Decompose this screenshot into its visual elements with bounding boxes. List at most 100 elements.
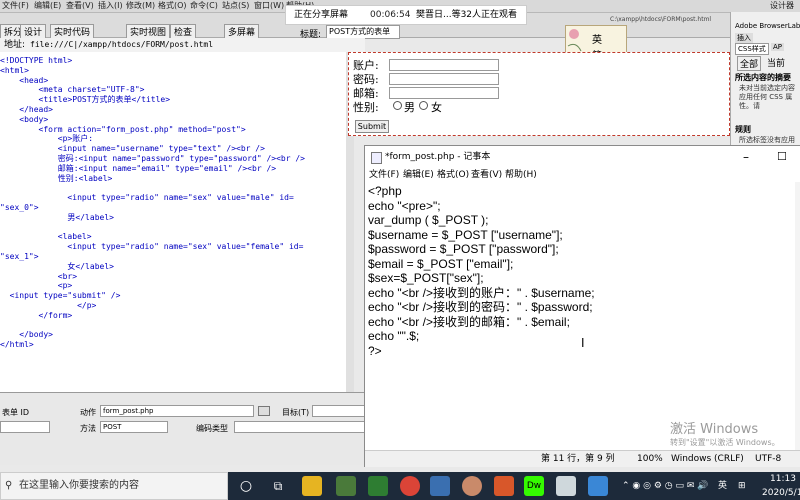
taskbar-search[interactable]: ⚲ 在这里输入你要搜索的内容 [0, 472, 228, 500]
maximize-button[interactable]: ☐ [777, 146, 787, 168]
code-line: <label> [0, 232, 92, 242]
watermark-subtitle: 转到"设置"以激活 Windows。 [670, 438, 780, 447]
css-styles-tab[interactable]: CSS样式 [735, 43, 769, 55]
notepad-titlebar: *form_post.php - 记事本 – ☐ [365, 146, 800, 168]
menu-view[interactable]: 查看(V) [66, 0, 94, 12]
workspace-switcher[interactable]: 设计器 [770, 0, 794, 12]
clock-date[interactable]: 2020/5/1 [762, 486, 800, 500]
notepad-line: $email = $_POST ["email"]; [368, 256, 514, 271]
ime-indicator[interactable]: 英 [718, 472, 727, 500]
code-line: <head> [0, 75, 49, 85]
notepad-line: echo "".$; [368, 329, 420, 343]
text-cursor-icon: I [581, 336, 585, 350]
address-field[interactable]: file:///C|/xampp/htdocs/FORM/post.html [30, 38, 213, 52]
target-label: 目标(T) [282, 408, 310, 417]
np-menu-format[interactable]: 格式(O) [437, 168, 469, 182]
notepad-line: <?php [368, 184, 402, 198]
share-viewers[interactable]: 樊晋日...等32人正在观看 [416, 6, 517, 24]
notepad-taskbar-icon[interactable] [556, 476, 576, 496]
zoom-level: 100% [637, 454, 663, 464]
ime-mode-icon[interactable]: ⊞ [738, 472, 746, 500]
code-line: <body> [0, 114, 49, 124]
code-line: </p> [0, 301, 97, 310]
code-line: <!DOCTYPE html> [0, 56, 73, 65]
menu-file[interactable]: 文件(F) [2, 0, 29, 12]
menu-format[interactable]: 格式(O) [158, 0, 187, 12]
properties-panel: 表单 ID 动作 form_post.php 目标(T) 方法 POST 编码类… [0, 392, 366, 465]
np-menu-edit[interactable]: 编辑(E) [403, 168, 434, 182]
notepad-title: *form_post.php - 记事本 [385, 152, 491, 162]
app-icon-2[interactable] [368, 476, 388, 496]
menu-site[interactable]: 站点(S) [222, 0, 249, 12]
female-radio[interactable] [419, 101, 428, 110]
method-select[interactable]: POST [100, 421, 168, 433]
insert-tab[interactable]: 插入 [735, 33, 753, 43]
target-field[interactable] [312, 405, 366, 417]
current-button[interactable]: 当前 [765, 56, 787, 69]
dreamweaver-icon[interactable]: Dw [524, 476, 544, 496]
code-line: <html> [0, 65, 29, 75]
menu-command[interactable]: 命令(C) [190, 0, 218, 12]
code-line: 女</label> [0, 261, 114, 271]
menu-insert[interactable]: 插入(I) [98, 0, 123, 12]
avatar-app-icon[interactable] [462, 476, 482, 496]
app-icon-3[interactable] [430, 476, 450, 496]
notepad-scrollbar[interactable] [795, 182, 800, 450]
search-icon: ⚲ [5, 480, 13, 491]
file-explorer-icon[interactable] [302, 476, 322, 496]
notepad-line: $password = $_POST ["password"]; [368, 242, 559, 256]
enctype-select[interactable] [234, 421, 366, 433]
summary-text: 未对当前选定内容应用任何 CSS 属性。请 [739, 84, 795, 110]
title-field[interactable]: POST方式的表单 [326, 25, 400, 39]
card-top-char: 英 [592, 35, 602, 46]
code-line: <br> [0, 271, 78, 281]
account-input[interactable] [389, 59, 499, 71]
notepad-line: echo "<br />接收到的密码：" . $password; [368, 300, 593, 314]
submit-button[interactable]: Submit [355, 120, 389, 133]
all-button[interactable]: 全部 [737, 56, 762, 71]
app-icon-1[interactable] [336, 476, 356, 496]
summary-heading: 所选内容的摘要 [735, 73, 791, 82]
code-line: 密码:<input name="password" type="password… [0, 154, 305, 163]
np-menu-view[interactable]: 查看(V) [471, 168, 502, 182]
np-menu-help[interactable]: 帮助(H) [505, 168, 537, 182]
form-id-field[interactable] [0, 421, 50, 433]
np-menu-file[interactable]: 文件(F) [369, 168, 399, 182]
app-icon-4[interactable] [494, 476, 514, 496]
code-line: 性别:<label> [0, 173, 113, 183]
task-view-icon[interactable]: ⧉ [268, 476, 288, 496]
email-input[interactable] [389, 87, 499, 99]
app-icon-5[interactable] [588, 476, 608, 496]
gender-label: 性别: [353, 101, 379, 114]
share-timer: 00:06:54 [370, 10, 411, 20]
cortana-icon[interactable]: ○ [236, 476, 256, 496]
clock-time[interactable]: 11:13 [770, 472, 796, 486]
male-radio[interactable] [393, 101, 402, 110]
menu-edit[interactable]: 编辑(E) [34, 0, 61, 12]
tray-icons[interactable]: ⌃ ◉ ◎ ⚙ ◷ ▭ ✉ 🔊 [622, 472, 708, 500]
action-label: 动作 [80, 408, 96, 417]
notepad-text-area[interactable]: <?php echo "<pre>"; var_dump ( $_POST ); $u… [365, 182, 795, 442]
browserlab-header[interactable]: Adobe BrowserLab [735, 22, 800, 30]
code-line: <input name="username" type="text" /><br… [0, 144, 265, 154]
watermark-title: 激活 Windows [670, 422, 759, 437]
code-line: </form> [0, 310, 73, 320]
chrome-icon[interactable] [400, 476, 420, 496]
design-preview: 账户: 密码: 邮箱: 性别: 男 女 Submit [348, 52, 730, 136]
method-label: 方法 [80, 424, 96, 433]
folder-icon[interactable] [258, 406, 270, 416]
menu-window[interactable]: 窗口(W) [254, 0, 284, 12]
code-editor[interactable]: <!DOCTYPE html> <html> <head> <meta chars… [0, 52, 347, 392]
address-label: 地址: [4, 40, 26, 50]
notepad-line: ?> [368, 343, 382, 358]
notepad-line: $username = $_POST ["username"]; [368, 227, 563, 242]
cursor-position: 第 11 行，第 9 列 [541, 454, 615, 464]
menu-modify[interactable]: 修改(M) [126, 0, 155, 12]
code-line: 邮箱:<input name="email" type="email" /><b… [0, 163, 277, 173]
rules-heading: 规则 [735, 125, 751, 134]
minimize-button[interactable]: – [743, 146, 749, 168]
code-line: <p> [0, 281, 73, 291]
ap-tab[interactable]: AP [771, 43, 785, 51]
password-input[interactable] [389, 73, 499, 85]
action-field[interactable]: form_post.php [100, 405, 254, 417]
